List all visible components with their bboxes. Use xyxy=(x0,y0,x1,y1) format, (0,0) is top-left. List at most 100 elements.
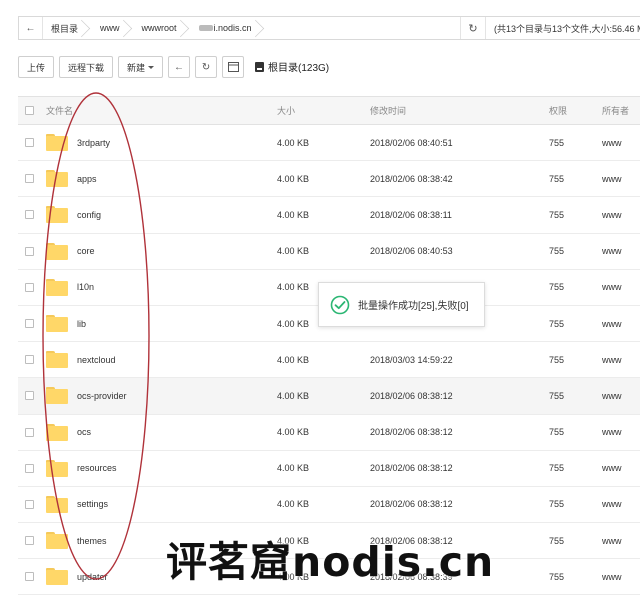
directory-summary: (共13个目录与13个文件,大小:56.46 MB xyxy=(494,23,640,34)
table-row[interactable]: apps 4.00 KB 2018/02/06 08:38:42 755 www xyxy=(18,161,640,198)
file-name[interactable]: apps xyxy=(77,174,97,184)
table-row[interactable]: config 4.00 KB 2018/02/06 08:38:11 755 www xyxy=(18,197,640,234)
permission-cell[interactable]: 755 xyxy=(549,306,564,341)
row-checkbox[interactable] xyxy=(25,391,34,401)
breadcrumb-item-root[interactable]: 根目录 xyxy=(43,17,92,39)
size-cell: 4.00 KB xyxy=(277,173,310,184)
owner-cell[interactable]: www xyxy=(602,415,622,450)
upload-button[interactable]: 上传 xyxy=(18,56,55,78)
row-checkbox[interactable] xyxy=(25,246,34,256)
owner-cell[interactable]: www xyxy=(602,487,622,522)
name-cell[interactable]: core xyxy=(46,234,95,269)
owner-cell[interactable]: www xyxy=(602,270,622,305)
file-name[interactable]: l10n xyxy=(77,282,94,292)
table-row[interactable]: resources 4.00 KB 2018/02/06 08:38:12 755 ww… xyxy=(18,451,640,487)
owner-cell[interactable]: www xyxy=(602,306,622,341)
row-checkbox[interactable] xyxy=(25,427,34,437)
row-checkbox[interactable] xyxy=(25,536,34,546)
back-button[interactable]: ← xyxy=(168,56,191,78)
name-cell[interactable]: 3rdparty xyxy=(46,125,110,160)
name-cell[interactable]: ocs-provider xyxy=(46,378,127,413)
new-button[interactable]: 新建 xyxy=(118,56,164,78)
refresh-path-icon[interactable]: ↻ xyxy=(460,17,486,39)
column-size[interactable]: 大小 xyxy=(277,97,295,124)
owner-cell[interactable]: www xyxy=(602,234,622,269)
column-owner[interactable]: 所有者 xyxy=(602,97,629,124)
file-name[interactable]: resources xyxy=(77,463,117,473)
remote-download-button[interactable]: 远程下载 xyxy=(59,56,114,78)
permission-cell[interactable]: 755 xyxy=(549,197,564,232)
refresh-button[interactable]: ↻ xyxy=(195,56,218,78)
breadcrumb-item-www[interactable]: www xyxy=(92,17,134,39)
column-permission[interactable]: 权限 xyxy=(549,97,567,124)
modified-cell: 2018/02/06 08:38:42 xyxy=(370,173,453,184)
row-checkbox[interactable] xyxy=(25,355,34,365)
new-button-label: 新建 xyxy=(127,62,146,73)
file-name[interactable]: nextcloud xyxy=(77,355,116,365)
select-all-checkbox[interactable] xyxy=(25,106,34,115)
permission-cell[interactable]: 755 xyxy=(549,125,564,160)
column-modified[interactable]: 修改时间 xyxy=(370,97,406,124)
name-cell[interactable]: updater xyxy=(46,559,108,594)
table-row[interactable]: settings 4.00 KB 2018/02/06 08:38:12 755 www xyxy=(18,487,640,524)
permission-cell[interactable]: 755 xyxy=(549,559,564,594)
owner-cell[interactable]: www xyxy=(602,559,622,594)
caret-down-icon xyxy=(148,65,155,69)
file-name[interactable]: 3rdparty xyxy=(77,138,110,148)
owner-cell[interactable]: www xyxy=(602,197,622,232)
name-cell[interactable]: ocs xyxy=(46,415,91,450)
table-row[interactable]: ocs-provider 4.00 KB 2018/02/06 08:38:12 75… xyxy=(18,378,640,415)
permission-cell[interactable]: 755 xyxy=(549,342,564,377)
row-checkbox[interactable] xyxy=(25,499,34,509)
row-checkbox[interactable] xyxy=(25,210,34,220)
permission-cell[interactable]: 755 xyxy=(549,270,564,305)
file-name[interactable]: updater xyxy=(77,572,108,582)
owner-cell[interactable]: www xyxy=(602,342,622,377)
table-row[interactable]: ocs 4.00 KB 2018/02/06 08:38:12 755 www xyxy=(18,415,640,451)
back-arrow-icon[interactable]: ← xyxy=(19,17,43,39)
permission-cell[interactable]: 755 xyxy=(549,523,564,558)
name-cell[interactable]: apps xyxy=(46,161,97,196)
select-all-cell xyxy=(25,97,34,124)
name-cell[interactable]: nextcloud xyxy=(46,342,116,377)
permission-cell[interactable]: 755 xyxy=(549,234,564,269)
permission-cell[interactable]: 755 xyxy=(549,487,564,522)
table-row[interactable]: nextcloud 4.00 KB 2018/03/03 14:59:22 755 ww… xyxy=(18,342,640,379)
breadcrumb-item-wwwroot[interactable]: wwwroot xyxy=(134,17,191,39)
row-checkbox[interactable] xyxy=(25,319,34,329)
file-name[interactable]: ocs xyxy=(77,427,91,437)
table-row[interactable]: core 4.00 KB 2018/02/06 08:40:53 755 www xyxy=(18,234,640,270)
file-name[interactable]: ocs-provider xyxy=(77,391,127,401)
permission-cell[interactable]: 755 xyxy=(549,378,564,413)
owner-cell[interactable]: www xyxy=(602,523,622,558)
column-name[interactable]: 文件名 xyxy=(46,97,73,124)
row-checkbox[interactable] xyxy=(25,138,34,148)
owner-cell[interactable]: www xyxy=(602,451,622,486)
permission-cell[interactable]: 755 xyxy=(549,451,564,486)
table-row[interactable]: 3rdparty 4.00 KB 2018/02/06 08:40:51 755 www xyxy=(18,125,640,162)
row-checkbox[interactable] xyxy=(25,463,34,473)
row-checkbox[interactable] xyxy=(25,282,34,292)
row-checkbox[interactable] xyxy=(25,572,34,582)
permission-cell[interactable]: 755 xyxy=(549,161,564,196)
name-cell[interactable]: config xyxy=(46,197,101,232)
owner-cell[interactable]: www xyxy=(602,161,622,196)
name-cell[interactable]: l10n xyxy=(46,270,94,305)
file-name[interactable]: core xyxy=(77,246,95,256)
name-cell[interactable]: themes xyxy=(46,523,107,558)
file-name[interactable]: settings xyxy=(77,499,108,509)
disk-selector[interactable]: 根目录(123G) xyxy=(255,59,329,74)
file-name[interactable]: lib xyxy=(77,319,86,329)
file-name[interactable]: themes xyxy=(77,536,107,546)
name-cell[interactable]: lib xyxy=(46,306,86,341)
name-cell[interactable]: resources xyxy=(46,451,117,486)
name-cell[interactable]: settings xyxy=(46,487,108,522)
permission-cell[interactable]: 755 xyxy=(549,415,564,450)
breadcrumb-item-site[interactable]: i.nodis.cn xyxy=(191,17,266,39)
owner-cell[interactable]: www xyxy=(602,378,622,413)
row-checkbox[interactable] xyxy=(25,174,34,184)
row-checkbox-cell xyxy=(25,234,34,269)
owner-cell[interactable]: www xyxy=(602,125,622,160)
file-name[interactable]: config xyxy=(77,210,101,220)
terminal-button[interactable] xyxy=(222,56,245,78)
